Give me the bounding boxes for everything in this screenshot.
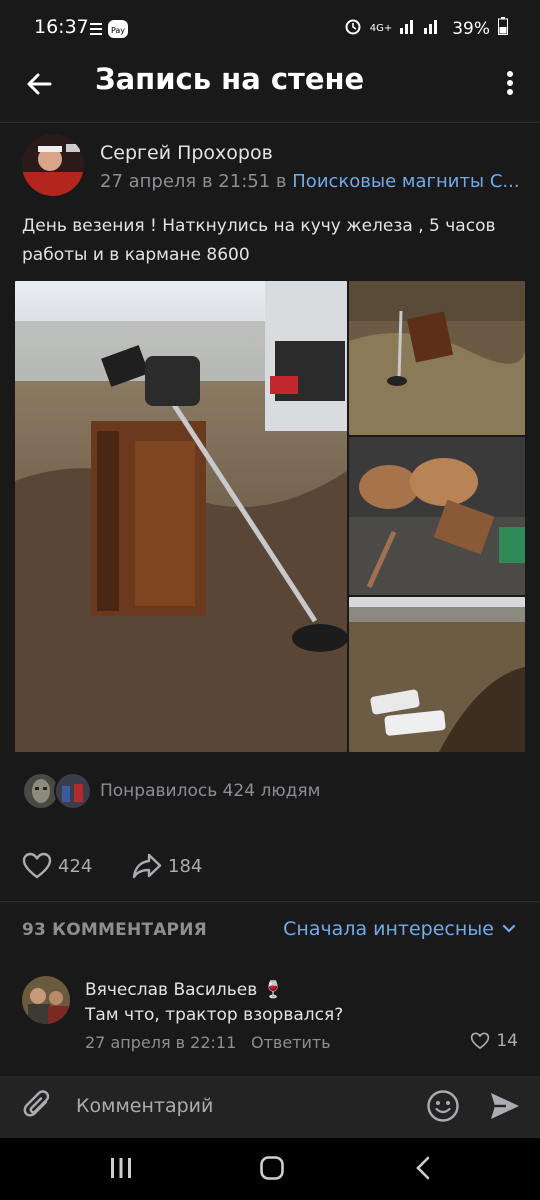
battery-percent: 39%	[452, 18, 490, 39]
comments-sort-dropdown[interactable]: Сначала интересные	[283, 918, 516, 940]
send-button[interactable]	[488, 1089, 522, 1123]
home-icon	[260, 1156, 284, 1180]
paperclip-icon	[23, 1090, 50, 1117]
signal-icon	[400, 18, 444, 39]
post-text-line-2: работы и в кармане 8600	[22, 245, 250, 265]
sort-label: Сначала интересные	[283, 918, 494, 940]
heart-icon	[22, 852, 52, 879]
post-photo-4[interactable]	[349, 597, 525, 752]
comments-count: 93 КОММЕНТАРИЯ	[22, 920, 207, 940]
comment-likes-count: 14	[496, 1031, 518, 1051]
status-bar: 16:37 Pay 4G+ 39%	[0, 0, 540, 58]
status-right: 4G+ 39%	[344, 17, 508, 40]
comments-divider	[0, 901, 540, 902]
arrow-left-icon	[27, 73, 52, 95]
share-button[interactable]: 184	[132, 850, 202, 882]
status-time: 16:37	[34, 16, 89, 38]
chevron-left-icon	[416, 1156, 430, 1180]
battery-icon	[498, 17, 508, 40]
header-divider	[0, 122, 540, 123]
group-link[interactable]: Поисковые магниты С...	[292, 171, 519, 192]
comment-compose-bar: Комментарий	[0, 1076, 540, 1138]
likes-summary[interactable]: Понравилось 424 людям	[100, 781, 320, 801]
post-text: День везения ! Наткнулись на кучу железа…	[22, 212, 512, 270]
svg-text:Pay: Pay	[111, 26, 125, 35]
liker-avatar	[54, 772, 92, 810]
author-name[interactable]: Сергей Прохоров	[100, 142, 273, 164]
like-button[interactable]: 424	[22, 850, 92, 882]
notification-icons: Pay	[90, 20, 130, 42]
page-title: Запись на стене	[95, 62, 365, 96]
home-button[interactable]	[259, 1155, 285, 1185]
top-app-bar: Запись на стене	[0, 58, 540, 122]
reposts-count: 184	[168, 855, 203, 877]
likes-count: 424	[58, 855, 93, 877]
wine-glass-icon: 🍷	[262, 980, 284, 1000]
alarm-icon	[344, 17, 362, 40]
author-avatar[interactable]	[22, 134, 84, 196]
back-button[interactable]	[20, 64, 60, 104]
share-arrow-icon	[132, 853, 162, 879]
system-nav-bar	[0, 1138, 540, 1200]
post-meta: 27 апреля в 21:51 в Поисковые магниты С.…	[100, 171, 520, 192]
comment-author[interactable]: Вячеслав Васильев 🍷	[85, 980, 284, 1000]
post-photo-2[interactable]	[349, 281, 525, 435]
recent-apps-icon	[111, 1158, 131, 1178]
system-back-button[interactable]	[412, 1155, 434, 1185]
post-text-line-1: День везения ! Наткнулись на кучу железа…	[22, 216, 496, 236]
recent-apps-button[interactable]	[108, 1156, 134, 1184]
chevron-down-icon	[502, 924, 516, 933]
comment-text: Там что, трактор взорвался?	[85, 1005, 344, 1025]
comment-author-name: Вячеслав Васильев	[85, 980, 258, 1000]
comment-reply-button[interactable]: Ответить	[251, 1033, 331, 1052]
attach-button[interactable]	[22, 1088, 54, 1124]
post-photo-3[interactable]	[349, 437, 525, 595]
send-icon	[491, 1093, 519, 1119]
post-photo-main[interactable]	[15, 281, 347, 752]
heart-icon	[471, 1032, 490, 1049]
comment-like-button[interactable]: 14	[470, 1031, 518, 1051]
more-vertical-icon	[507, 71, 513, 95]
comment-avatar[interactable]	[22, 976, 70, 1024]
comment-date: 27 апреля в 22:11	[85, 1033, 237, 1052]
post-date: 27 апреля в 21:51	[100, 171, 271, 192]
smile-icon	[427, 1090, 459, 1122]
comment-input[interactable]: Комментарий	[76, 1095, 213, 1117]
network-type: 4G+	[369, 22, 393, 34]
more-button[interactable]	[504, 68, 516, 98]
emoji-button[interactable]	[426, 1089, 460, 1123]
post-in-word: в	[275, 171, 287, 192]
